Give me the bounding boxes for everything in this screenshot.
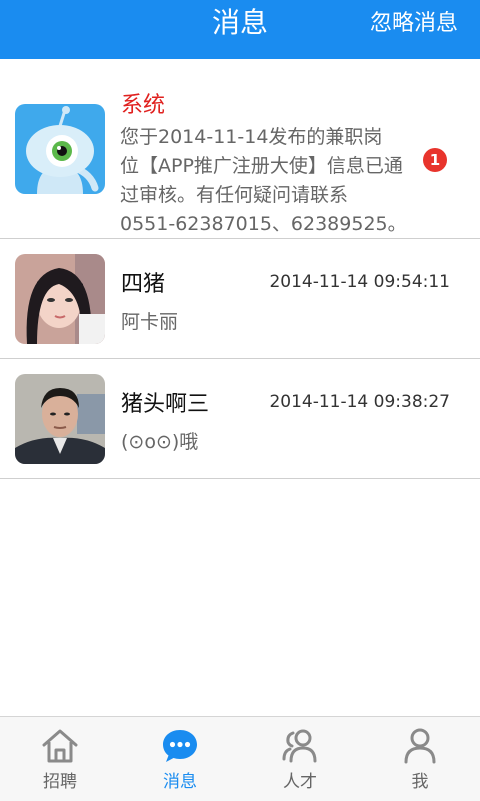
tab-talent[interactable]: 人才 [240, 717, 360, 801]
tab-recruit[interactable]: 招聘 [0, 717, 120, 801]
tab-label: 我 [411, 772, 429, 792]
tab-label: 招聘 [43, 772, 77, 792]
avatar [15, 374, 105, 464]
ignore-messages-button[interactable]: 忽略消息 [370, 0, 458, 50]
tab-messages[interactable]: 消息 [120, 717, 240, 801]
avatar [15, 254, 105, 344]
sender-name: 四猪 [121, 272, 166, 297]
tab-label: 消息 [163, 772, 197, 792]
alien-mascot-icon [15, 104, 105, 194]
user-photo-avatar [15, 254, 105, 344]
tab-label: 人才 [283, 772, 317, 792]
app-header: 消息 忽略消息 [0, 0, 480, 59]
message-preview: 阿卡丽 [121, 311, 179, 333]
sender-name: 猪头啊三 [121, 392, 210, 417]
system-avatar [15, 104, 105, 194]
chat-bubble-icon [163, 730, 197, 762]
sender-name: 系统 [121, 93, 166, 118]
bottom-tab-bar: 招聘 消息 人才 我 [0, 716, 480, 801]
message-time: 2014-11-14 09:38:27 [269, 392, 450, 412]
message-time: 2014-11-14 09:54:11 [269, 272, 450, 292]
message-item[interactable]: 四猪 2014-11-14 09:54:11 阿卡丽 [0, 239, 480, 359]
message-preview: (⊙o⊙)哦 [121, 431, 199, 453]
home-icon [42, 729, 78, 763]
people-icon [282, 729, 317, 763]
message-item-system[interactable]: 系统 1 您于2014-11-14发布的兼职岗 位【APP推广注册大使】信息已通… [0, 59, 480, 239]
person-icon [404, 728, 436, 764]
tab-me[interactable]: 我 [360, 717, 480, 801]
message-item[interactable]: 猪头啊三 2014-11-14 09:38:27 (⊙o⊙)哦 [0, 359, 480, 479]
message-body: 您于2014-11-14发布的兼职岗 位【APP推广注册大使】信息已通 过审核。… [120, 126, 407, 235]
user-photo-avatar [15, 374, 105, 464]
